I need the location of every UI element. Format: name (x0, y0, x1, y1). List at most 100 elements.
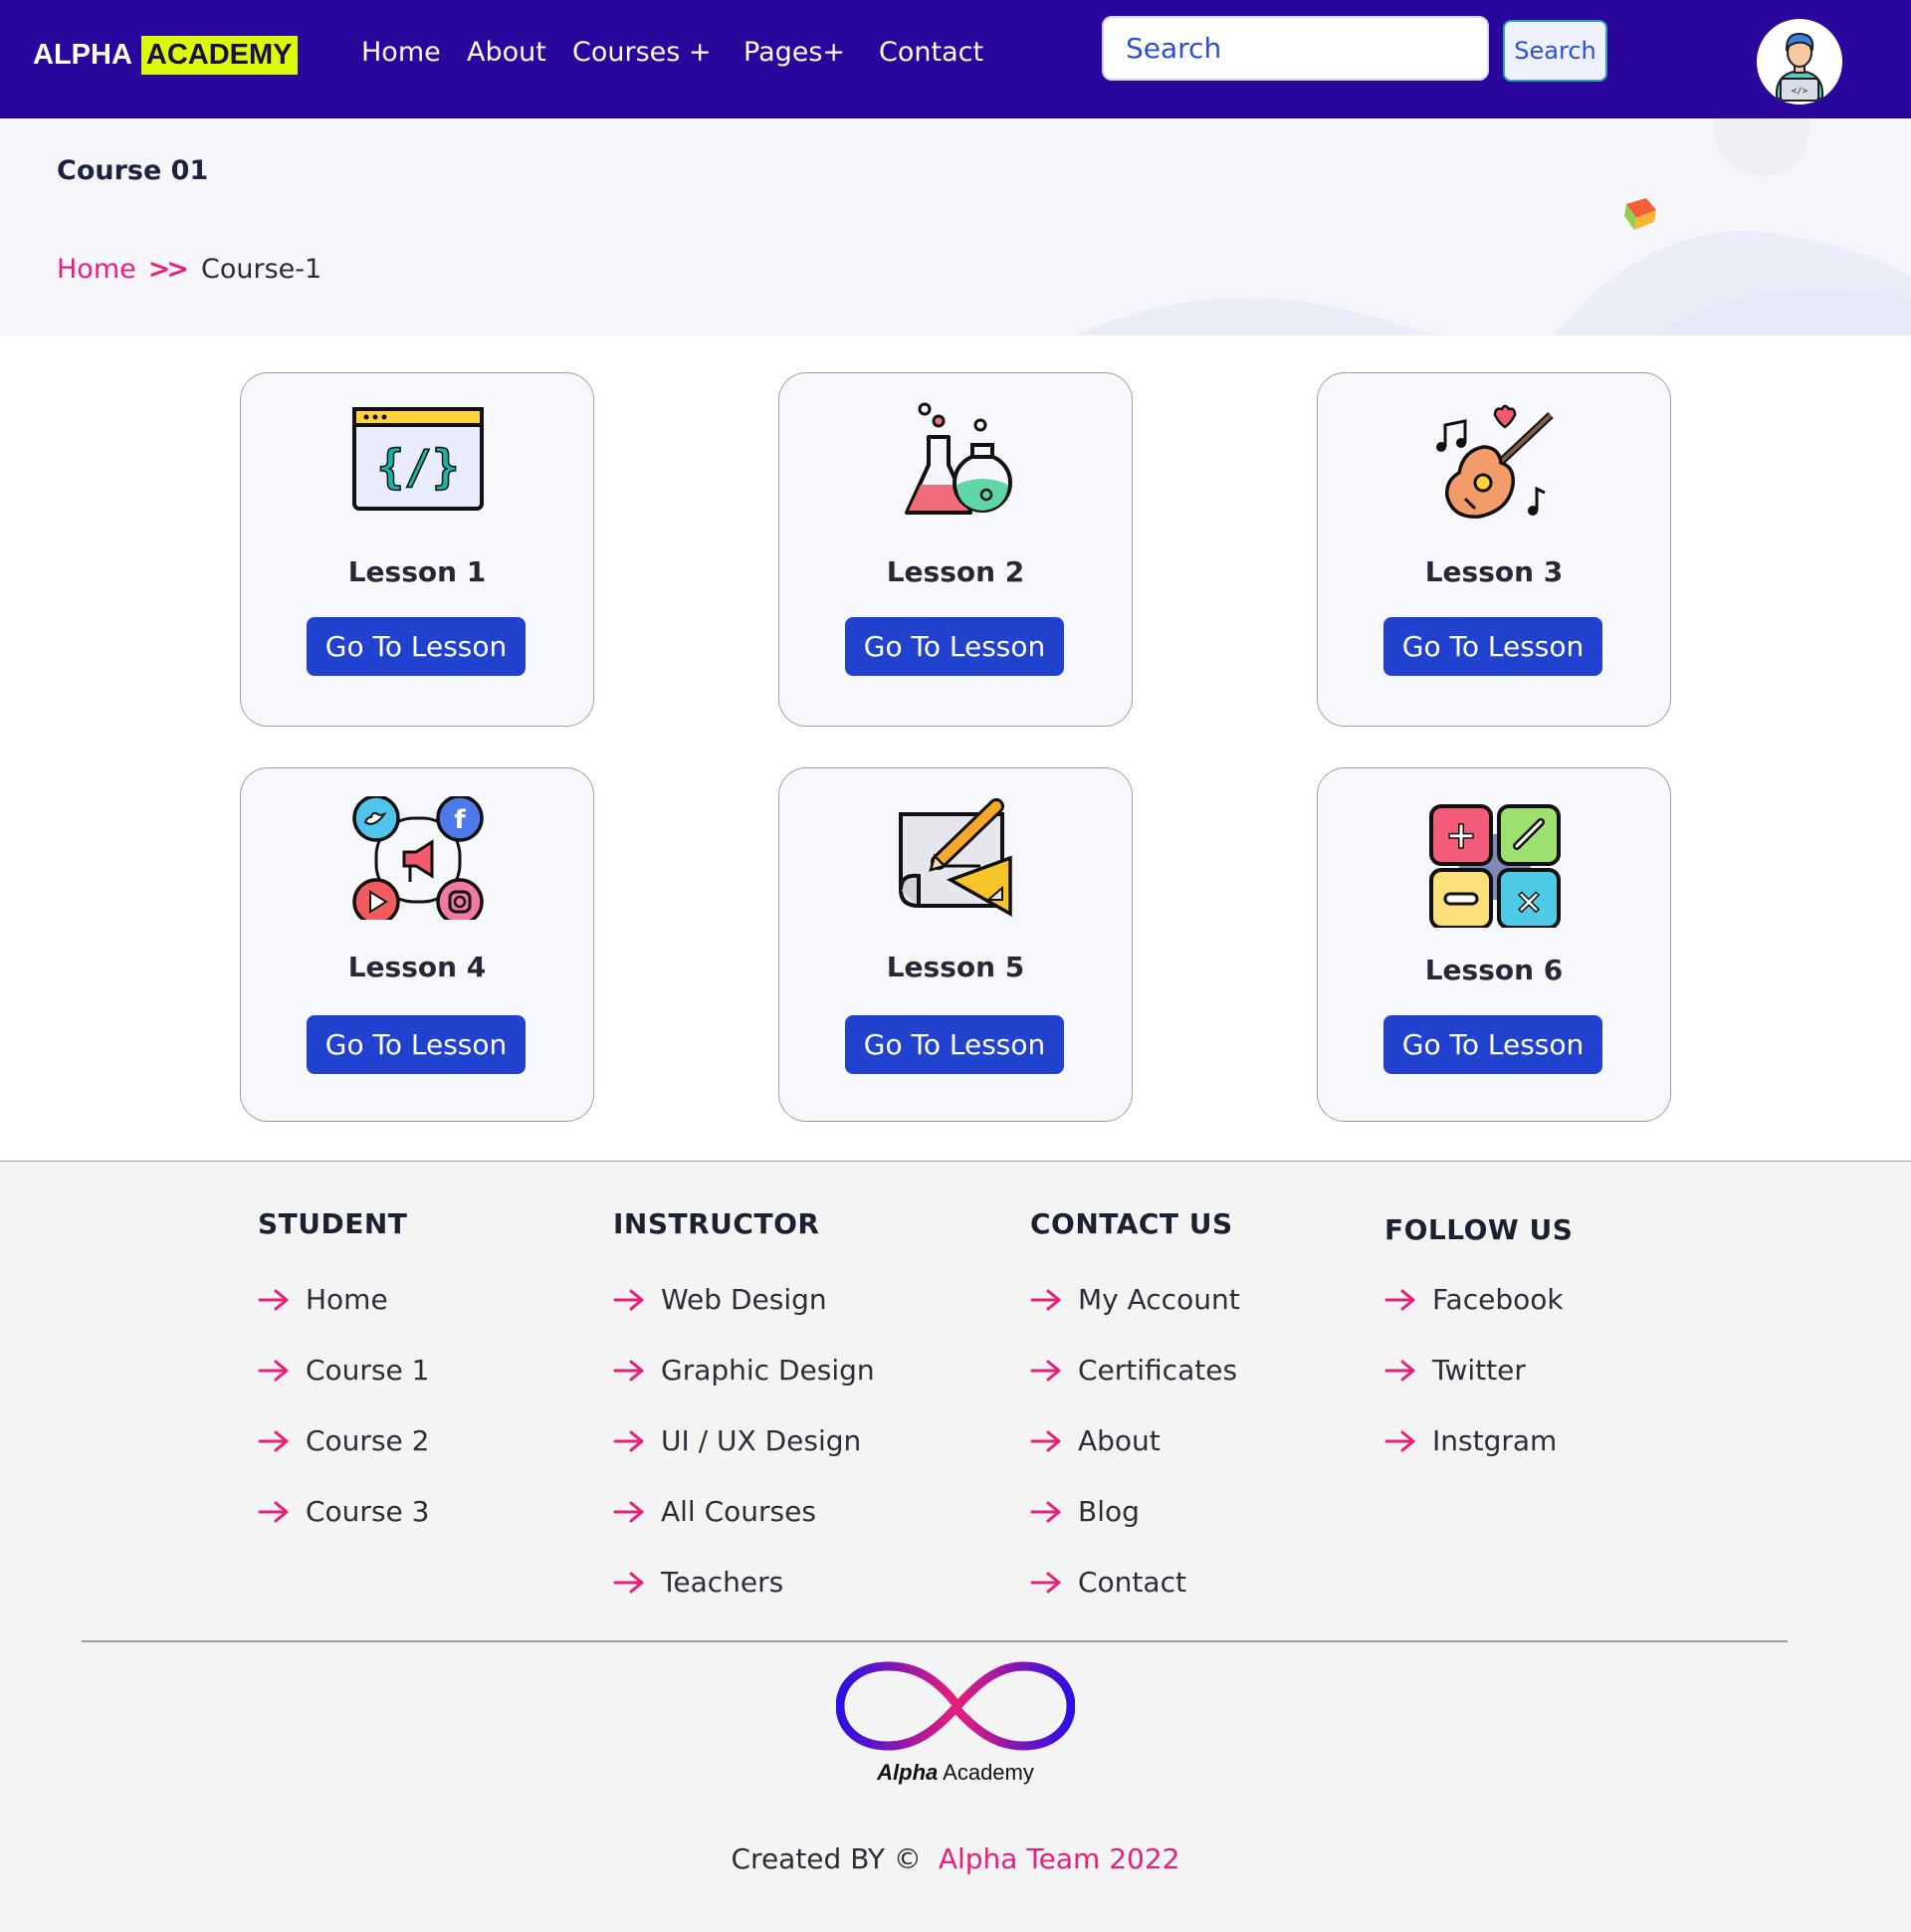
footer-link[interactable]: Graphic Design (613, 1354, 875, 1387)
breadcrumb: Home >> Course-1 (57, 254, 321, 285)
drawing-blueprint-icon (899, 798, 1012, 918)
arrow-right-icon (613, 1360, 644, 1381)
go-to-lesson-button[interactable]: Go To Lesson (1383, 617, 1602, 676)
arrow-right-icon (1030, 1430, 1061, 1451)
go-to-lesson-button[interactable]: Go To Lesson (307, 617, 526, 676)
footer-link[interactable]: UI / UX Design (613, 1424, 861, 1457)
lesson-card-5: Lesson 5 Go To Lesson (778, 767, 1133, 1122)
arrow-right-icon (613, 1430, 644, 1451)
footer-link-label: Course 3 (306, 1495, 430, 1528)
main-nav: Home About Courses + Pages+ Contact (361, 37, 983, 68)
footer-link-label: All Courses (661, 1495, 816, 1528)
footer-column-contact: CONTACT US My Account Certificates About… (1030, 1207, 1240, 1599)
arrow-right-icon (613, 1501, 644, 1522)
lesson-title: Lesson 1 (347, 555, 487, 588)
go-to-lesson-button[interactable]: Go To Lesson (307, 1015, 526, 1074)
footer-heading: FOLLOW US (1384, 1213, 1574, 1246)
footer-link[interactable]: Home (258, 1283, 388, 1316)
arrow-right-icon (1030, 1501, 1061, 1522)
credit-team-link[interactable]: Alpha Team 2022 (939, 1842, 1180, 1875)
page-root: ALPHA ACADEMY Home About Courses + Pages… (0, 0, 1911, 1932)
footer-link[interactable]: Blog (1030, 1495, 1140, 1528)
footer-link[interactable]: All Courses (613, 1495, 816, 1528)
brand-name-part2: ACADEMY (140, 35, 298, 75)
arrow-right-icon (1384, 1360, 1415, 1381)
footer-link[interactable]: Facebook (1384, 1283, 1564, 1316)
nav-link-home[interactable]: Home (361, 37, 467, 68)
search-button[interactable]: Search (1503, 20, 1607, 82)
arrow-right-icon (1030, 1360, 1061, 1381)
footer-link[interactable]: Web Design (613, 1283, 827, 1316)
svg-text:f: f (454, 805, 466, 835)
footer-link[interactable]: Contact (1030, 1566, 1186, 1599)
logo-text: Academy (943, 1760, 1034, 1785)
footer-link[interactable]: Certificates (1030, 1354, 1237, 1387)
footer-link[interactable]: Course 2 (258, 1424, 429, 1457)
footer-link-label: Blog (1078, 1495, 1140, 1528)
footer-link[interactable]: Course 1 (258, 1354, 429, 1387)
footer-heading: CONTACT US (1030, 1207, 1233, 1240)
footer-link-label: UI / UX Design (661, 1424, 862, 1457)
math-calculator-icon: + × (1429, 804, 1561, 928)
arrow-right-icon (1384, 1289, 1415, 1310)
chemistry-flasks-icon (905, 402, 1012, 515)
footer-link[interactable]: Instgram (1384, 1424, 1557, 1457)
lesson-title: Lesson 2 (886, 555, 1025, 588)
user-avatar[interactable]: </> (1757, 19, 1842, 105)
go-to-lesson-button[interactable]: Go To Lesson (1383, 1015, 1602, 1074)
go-to-lesson-button[interactable]: Go To Lesson (845, 1015, 1064, 1074)
lesson-title: Lesson 5 (886, 951, 1025, 983)
footer-link[interactable]: About (1030, 1424, 1161, 1457)
footer-link-label: Instgram (1432, 1424, 1558, 1457)
lesson-card-1: {/} Lesson 1 Go To Lesson (240, 372, 594, 727)
footer-link-label: About (1078, 1424, 1161, 1457)
footer-link[interactable]: My Account (1030, 1283, 1240, 1316)
page-title: Course 01 (57, 155, 209, 186)
logo-text-bold: Alpha (876, 1760, 938, 1785)
footer-link[interactable]: Teachers (613, 1566, 783, 1599)
lesson-title: Lesson 3 (1424, 555, 1564, 588)
breadcrumb-home-link[interactable]: Home (57, 254, 136, 285)
arrow-right-icon (613, 1572, 644, 1593)
lesson-card-4: f Lesson 4 Go To Lesson (240, 767, 594, 1122)
footer-link-label: Contact (1078, 1566, 1186, 1599)
footer-column-follow: FOLLOW US Facebook Twitter Instgram (1384, 1213, 1574, 1457)
svg-text:{/}: {/} (376, 440, 459, 494)
footer-link-label: Home (306, 1283, 388, 1316)
footer-column-instructor: INSTRUCTOR Web Design Graphic Design UI … (613, 1207, 875, 1599)
nav-link-about[interactable]: About (467, 37, 572, 68)
brand-logo[interactable]: ALPHA ACADEMY (33, 31, 298, 79)
guitar-music-icon (1436, 404, 1554, 519)
arrow-right-icon (613, 1289, 644, 1310)
search-input[interactable] (1102, 16, 1489, 81)
brand-name-part1: ALPHA (33, 38, 132, 71)
footer-link-label: My Account (1078, 1283, 1240, 1316)
footer-column-student: STUDENT Home Course 1 Course 2 Course 3 (258, 1207, 429, 1528)
footer-heading: INSTRUCTOR (613, 1207, 820, 1240)
footer-divider (82, 1640, 1788, 1642)
social-media-icon: f (352, 796, 484, 920)
footer-link-label: Course 1 (306, 1354, 430, 1387)
go-to-lesson-button[interactable]: Go To Lesson (845, 617, 1064, 676)
footer-link-label: Teachers (661, 1566, 784, 1599)
svg-text:</>: </> (1792, 87, 1808, 97)
footer-link[interactable]: Course 3 (258, 1495, 429, 1528)
lesson-card-6: + × Lesson 6 Go To Lesson (1317, 767, 1671, 1122)
arrow-right-icon (258, 1430, 289, 1451)
infinity-logo-icon[interactable]: Alpha Academy (836, 1658, 1075, 1788)
arrow-right-icon (1030, 1289, 1061, 1310)
svg-text:×: × (1515, 882, 1544, 922)
nav-link-courses[interactable]: Courses + (572, 37, 743, 68)
footer-heading: STUDENT (258, 1207, 408, 1240)
footer-credit: Created BY © Alpha Team 2022 (0, 1842, 1911, 1875)
code-window-icon: {/} (352, 407, 484, 511)
lesson-title: Lesson 4 (347, 951, 487, 983)
footer-link-label: Twitter (1432, 1354, 1526, 1387)
credit-prefix: Created BY © (731, 1842, 922, 1875)
footer-link-label: Graphic Design (661, 1354, 875, 1387)
nav-link-pages[interactable]: Pages+ (743, 37, 879, 68)
breadcrumb-separator-icon: >> (147, 254, 189, 285)
svg-text:Alpha Academy: Alpha Academy (876, 1760, 1034, 1785)
nav-link-contact[interactable]: Contact (879, 37, 983, 68)
footer-link[interactable]: Twitter (1384, 1354, 1526, 1387)
